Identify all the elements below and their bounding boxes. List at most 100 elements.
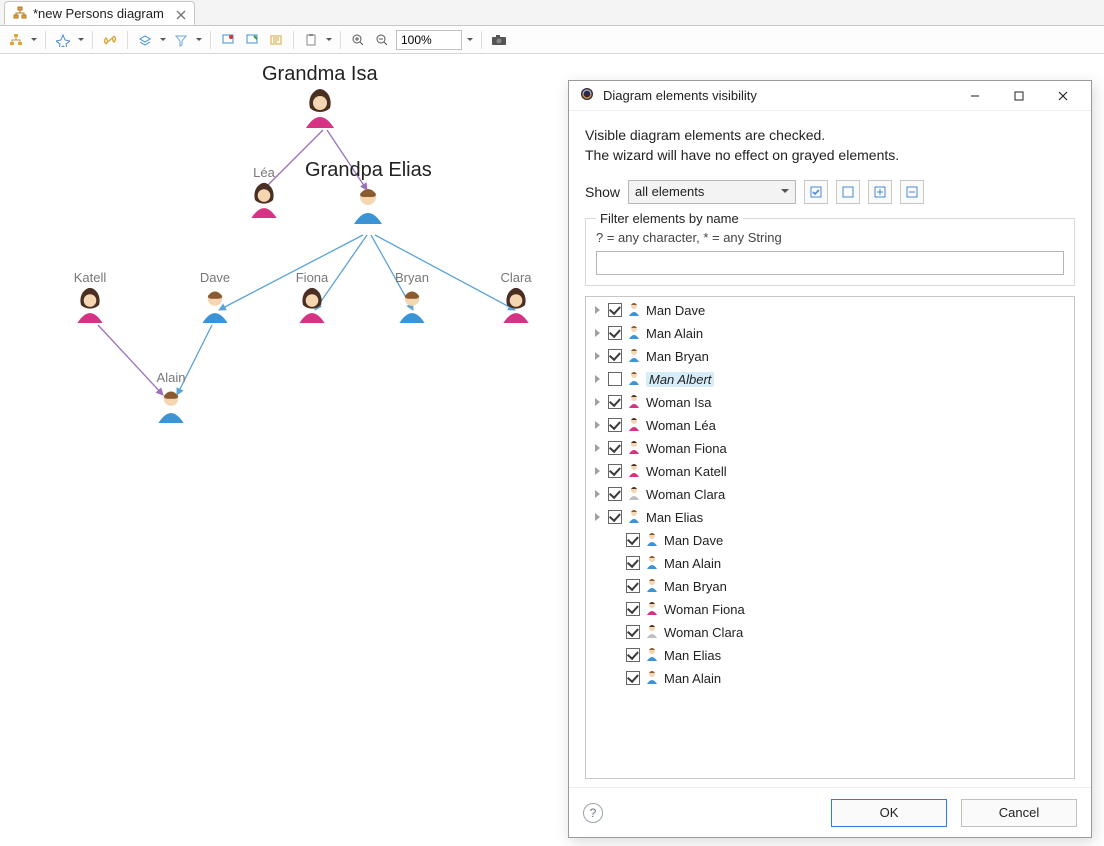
tree-row[interactable]: Man Dave (586, 529, 1074, 552)
checkbox[interactable] (608, 487, 622, 501)
expander-icon[interactable] (592, 350, 604, 362)
node-label: Bryan (394, 270, 430, 285)
tree-row[interactable]: Woman Isa (586, 391, 1074, 414)
checkbox[interactable] (608, 395, 622, 409)
tree-row[interactable]: Man Alain (586, 667, 1074, 690)
filter-input[interactable] (596, 251, 1064, 275)
zoom-out-icon[interactable] (372, 30, 392, 50)
tree-row[interactable]: Man Elias (586, 506, 1074, 529)
checkbox[interactable] (608, 441, 622, 455)
expander-spacer (610, 649, 622, 661)
expander-icon[interactable] (592, 304, 604, 316)
tree-row[interactable]: Woman Fiona (586, 598, 1074, 621)
filter-icon[interactable] (171, 30, 191, 50)
checkbox[interactable] (626, 602, 640, 616)
dialog-titlebar[interactable]: Diagram elements visibility (569, 81, 1091, 111)
minimize-button[interactable] (953, 82, 997, 110)
checkbox[interactable] (626, 533, 640, 547)
pin-icon[interactable] (218, 30, 238, 50)
checkbox[interactable] (626, 579, 640, 593)
expander-icon[interactable] (592, 442, 604, 454)
checkbox[interactable] (608, 372, 622, 386)
paste-icon[interactable] (301, 30, 321, 50)
tree-label: Man Dave (646, 303, 705, 318)
close-icon[interactable] (176, 8, 186, 18)
pin2-icon[interactable] (242, 30, 262, 50)
node-dave[interactable]: Dave (197, 270, 233, 323)
tree-row[interactable]: Woman Léa (586, 414, 1074, 437)
chevron-down-icon[interactable] (325, 38, 333, 42)
checkbox[interactable] (626, 625, 640, 639)
checkbox[interactable] (626, 648, 640, 662)
node-fiona[interactable]: Fiona (294, 270, 330, 323)
node-bryan[interactable]: Bryan (394, 270, 430, 323)
chevron-down-icon[interactable] (195, 38, 203, 42)
expander-spacer (610, 672, 622, 684)
checkbox[interactable] (608, 349, 622, 363)
tree-row[interactable]: Woman Fiona (586, 437, 1074, 460)
expand-all-button[interactable] (868, 180, 892, 204)
tab-persons-diagram[interactable]: *new Persons diagram (4, 1, 195, 25)
close-button[interactable] (1041, 82, 1085, 110)
node-alain[interactable]: Alain (153, 370, 189, 423)
tree-row[interactable]: Man Alain (586, 322, 1074, 345)
node-label: Fiona (294, 270, 330, 285)
chevron-down-icon[interactable] (159, 38, 167, 42)
expander-icon[interactable] (592, 373, 604, 385)
select-icon[interactable] (53, 30, 73, 50)
tree-label: Woman Clara (646, 487, 725, 502)
tree-row[interactable]: Man Albert (586, 368, 1074, 391)
checkbox[interactable] (626, 556, 640, 570)
layers-icon[interactable] (135, 30, 155, 50)
expander-icon[interactable] (592, 396, 604, 408)
help-icon[interactable]: ? (583, 803, 603, 823)
expander-icon[interactable] (592, 419, 604, 431)
ok-button[interactable]: OK (831, 799, 947, 827)
cancel-button[interactable]: Cancel (961, 799, 1077, 827)
checkbox[interactable] (608, 303, 622, 317)
expander-icon[interactable] (592, 465, 604, 477)
chevron-down-icon[interactable] (466, 38, 474, 42)
node-grandma-isa[interactable]: Grandma Isa (262, 63, 378, 128)
tree-row[interactable]: Man Dave (586, 299, 1074, 322)
link-icon[interactable] (100, 30, 120, 50)
tree-row[interactable]: Woman Clara (586, 621, 1074, 644)
uncheck-all-button[interactable] (836, 180, 860, 204)
tree-row[interactable]: Man Elias (586, 644, 1074, 667)
chevron-down-icon[interactable] (77, 38, 85, 42)
tree-row[interactable]: Woman Clara (586, 483, 1074, 506)
expander-icon[interactable] (592, 488, 604, 500)
camera-icon[interactable] (489, 30, 509, 50)
maximize-button[interactable] (997, 82, 1041, 110)
tree-layout-icon[interactable] (6, 30, 26, 50)
checkbox[interactable] (608, 510, 622, 524)
expander-icon[interactable] (592, 511, 604, 523)
tree-label: Man Alain (664, 556, 721, 571)
check-all-button[interactable] (804, 180, 828, 204)
node-grandpa-elias[interactable]: Grandpa Elias (305, 159, 432, 224)
show-label: Show (585, 184, 620, 200)
checkbox[interactable] (608, 326, 622, 340)
tree-row[interactable]: Woman Katell (586, 460, 1074, 483)
visibility-icon[interactable] (266, 30, 286, 50)
node-lea[interactable]: Léa (246, 165, 282, 218)
node-katell[interactable]: Katell (72, 270, 108, 323)
show-dropdown[interactable]: all elements (628, 180, 796, 204)
woman-icon (626, 485, 642, 504)
zoom-field[interactable] (396, 30, 462, 50)
chevron-down-icon[interactable] (30, 38, 38, 42)
tree-row[interactable]: Man Bryan (586, 575, 1074, 598)
checkbox[interactable] (608, 418, 622, 432)
expander-icon[interactable] (592, 327, 604, 339)
node-clara[interactable]: Clara (498, 270, 534, 323)
elements-tree[interactable]: Man DaveMan AlainMan BryanMan AlbertWoma… (585, 296, 1075, 779)
tree-row[interactable]: Man Alain (586, 552, 1074, 575)
checkbox[interactable] (626, 671, 640, 685)
collapse-all-button[interactable] (900, 180, 924, 204)
zoom-in-icon[interactable] (348, 30, 368, 50)
man-icon (644, 669, 660, 688)
dialog-hint-2: The wizard will have no effect on grayed… (585, 145, 1075, 165)
tree-row[interactable]: Man Bryan (586, 345, 1074, 368)
checkbox[interactable] (608, 464, 622, 478)
tree-label: Woman Léa (646, 418, 716, 433)
